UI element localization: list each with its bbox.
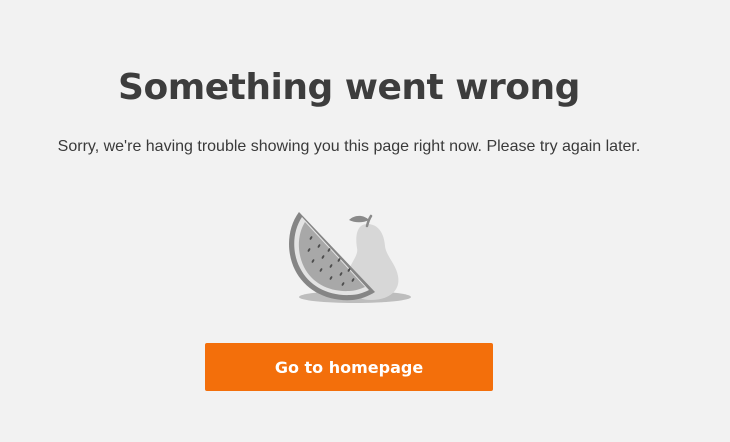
- fruit-illustration-icon: [283, 210, 418, 310]
- error-message: Sorry, we're having trouble showing you …: [57, 138, 641, 155]
- error-page: Something went wrong Sorry, we're having…: [0, 0, 730, 442]
- error-title: Something went wrong: [118, 67, 580, 108]
- go-to-homepage-button[interactable]: Go to homepage: [205, 343, 493, 391]
